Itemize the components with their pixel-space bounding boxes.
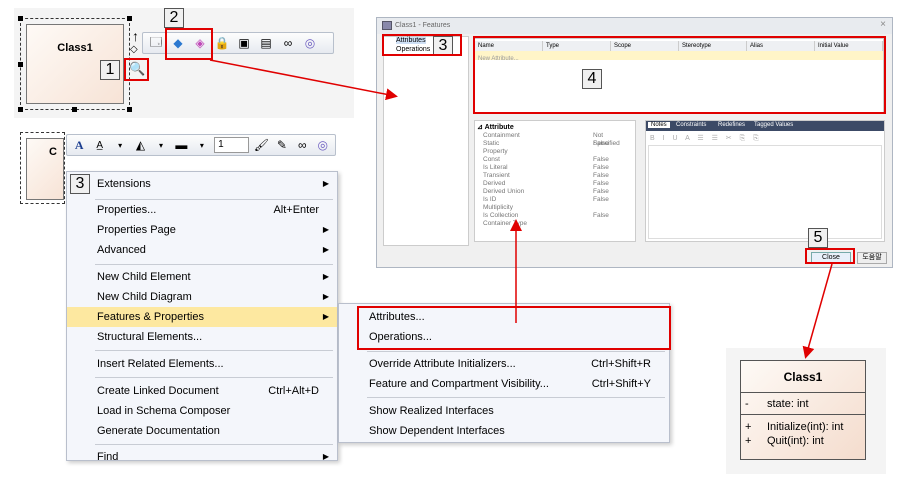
arrow-close-to-result <box>802 263 833 359</box>
arrow-to-dialog <box>209 59 398 101</box>
annotation-arrows <box>209 59 833 359</box>
